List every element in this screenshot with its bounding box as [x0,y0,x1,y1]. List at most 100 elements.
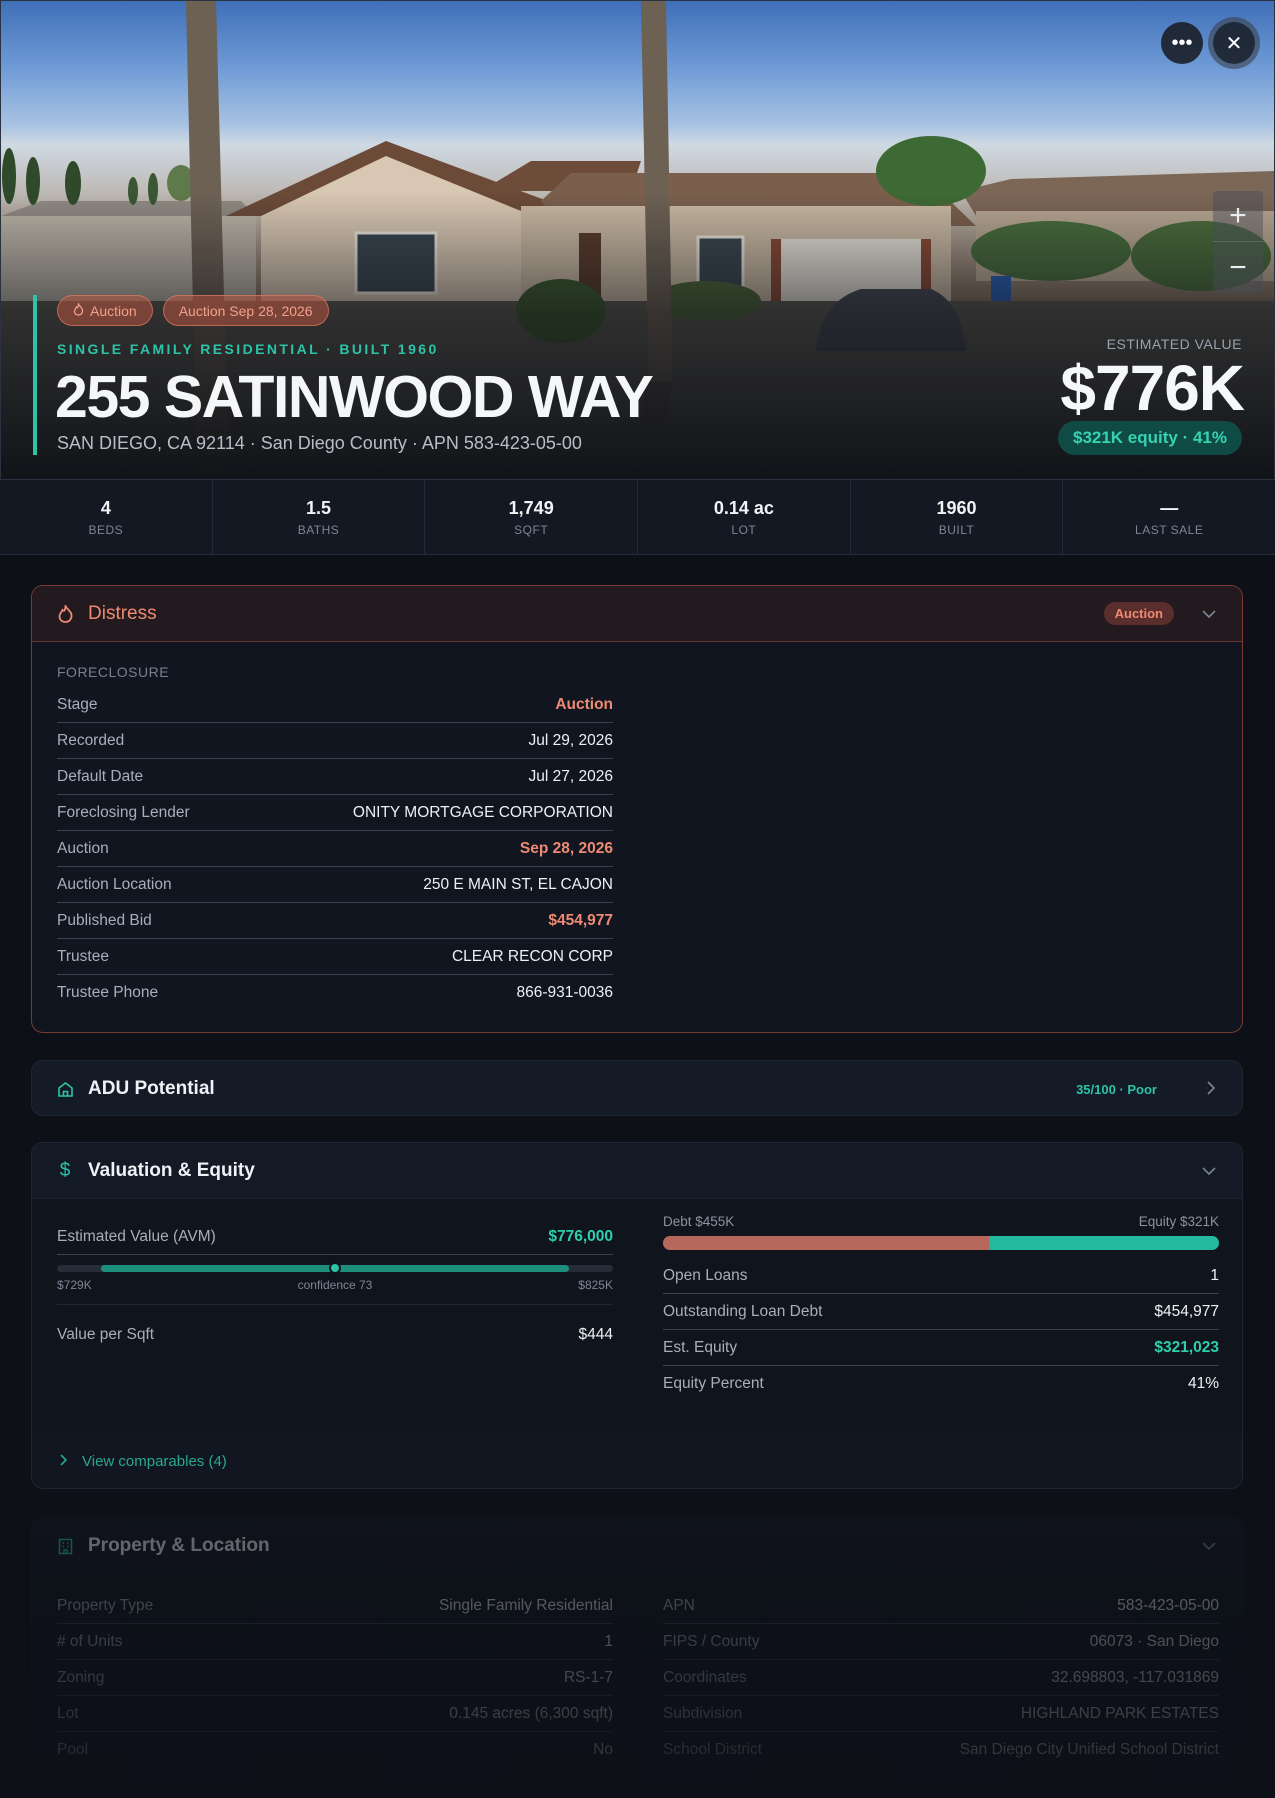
close-icon: ✕ [1225,32,1243,55]
chevron-down-icon[interactable] [1202,1163,1216,1179]
property-address: SAN DIEGO, CA 92114 · San Diego County ·… [57,433,582,453]
hero-photo: ••• ✕ + − Auction Auction Sep 28, 2026 S… [0,0,1275,480]
detail-value: ONITY MORTGAGE CORPORATION [352,803,613,821]
view-comparables-link[interactable]: View comparables (4) [32,1433,1242,1488]
property-panel-header[interactable]: Property & Location [32,1518,1242,1574]
detail-value: Jul 29, 2026 [528,731,613,749]
detail-label: Recorded [57,731,125,749]
status-chips: Auction Auction Sep 28, 2026 [57,295,329,326]
detail-row: School District San Diego City Unified Sc… [663,1732,1219,1768]
detail-row: Pool No [57,1732,613,1768]
detail-label: Stage [57,695,98,713]
zoom-in-button[interactable]: + [1213,191,1263,242]
flame-icon [56,604,74,623]
range-high: $825K [578,1278,613,1292]
detail-value: HIGHLAND PARK ESTATES [1020,1704,1219,1722]
detail-row: Subdivision HIGHLAND PARK ESTATES [663,1696,1219,1732]
detail-label: Pool [57,1741,89,1758]
detail-value: 583-423-05-00 [1117,1596,1219,1614]
detail-label: Coordinates [663,1668,747,1686]
adu-panel[interactable]: ADU Potential 35/100 · Poor [31,1060,1243,1116]
value-per-sqft-row: Value per Sqft $444 [57,1317,613,1353]
stat-beds: 4 BEDS [0,480,213,554]
property-details-left: Property Type Single Family Residential # … [57,1588,613,1768]
stat-last-sale: — LAST SALE [1063,480,1275,554]
stat-built: 1960 BUILT [851,480,1064,554]
detail-label: Outstanding Loan Debt [663,1302,823,1320]
detail-label: Open Loans [663,1266,748,1284]
detail-row: Auction Sep 28, 2026 [57,831,613,867]
range-marker [329,1262,341,1274]
detail-row: # of Units 1 [57,1624,613,1660]
stat-label: LAST SALE [1135,522,1204,537]
detail-label: Foreclosing Lender [57,803,190,821]
detail-label: FIPS / County [663,1632,760,1650]
chevron-down-icon[interactable] [1202,1538,1216,1554]
distress-panel: Distress Auction FORECLOSURE Stage Auctio… [31,585,1243,1033]
detail-row: Coordinates 32.698803, -117.031869 [663,1660,1219,1696]
property-stats-bar: 4 BEDS 1.5 BATHS 1,749 SQFT 0.14 ac LOT … [0,480,1275,555]
estimated-value-label: ESTIMATED VALUE [1106,336,1242,352]
stat-sqft: 1,749 SQFT [425,480,639,554]
detail-row: Default Date Jul 27, 2026 [57,759,613,795]
detail-label: Est. Equity [663,1338,738,1356]
valuation-panel-header[interactable]: $ Valuation & Equity [32,1143,1242,1199]
detail-row: Auction Location 250 E MAIN ST, EL CAJON [57,867,613,903]
distress-panel-header[interactable]: Distress Auction [32,586,1242,642]
more-options-button[interactable]: ••• [1161,22,1203,64]
detail-row: APN 583-423-05-00 [663,1588,1219,1624]
detail-value: 866-931-0036 [516,984,613,1001]
detail-row: Trustee Phone 866-931-0036 [57,975,613,1011]
foreclosure-details: Stage Auction Recorded Jul 29, 2026 Default … [57,687,613,1011]
close-button[interactable]: ✕ [1213,22,1255,64]
detail-value: $454,977 [548,911,613,929]
zoom-out-button[interactable]: − [1213,242,1263,293]
panel-title: Distress [88,602,157,624]
comparables-label: View comparables (4) [82,1452,227,1470]
range-low: $729K [57,1278,92,1292]
chip-label: Auction Sep 28, 2026 [178,302,313,319]
detail-value: 32.698803, -117.031869 [1051,1668,1219,1686]
detail-value: 1 [604,1632,613,1650]
adu-panel-header[interactable]: ADU Potential 35/100 · Poor [32,1061,1242,1115]
stat-baths: 1.5 BATHS [213,480,426,554]
debt-equity-labels: Debt $455K Equity $321K [663,1214,1219,1229]
more-horizontal-icon: ••• [1171,31,1193,54]
adu-score-badge: 35/100 · Poor [1076,1081,1157,1097]
detail-label: Zoning [57,1668,105,1686]
detail-value: RS-1-7 [563,1668,613,1686]
stat-label: LOT [731,522,757,537]
chevron-down-icon[interactable] [1202,606,1216,622]
detail-label: Default Date [57,767,144,785]
detail-row: Trustee CLEAR RECON CORP [57,939,613,975]
detail-value: 06073 · San Diego [1089,1632,1219,1650]
detail-label: Subdivision [663,1704,743,1722]
detail-value: San Diego City Unified School District [959,1741,1219,1758]
debt-equity-bar [663,1236,1219,1250]
stat-label: BATHS [297,522,340,537]
property-title: 255 SATINWOOD WAY [55,364,654,430]
status-badge: Auction [1103,602,1174,625]
stat-label: BUILT [938,522,975,537]
stat-label: BEDS [88,522,124,537]
title-accent-bar [33,295,37,455]
stat-value: 0.14 ac [713,497,774,518]
flame-icon [73,301,84,319]
chevron-right-icon[interactable] [1207,1080,1216,1098]
detail-row: Recorded Jul 29, 2026 [57,723,613,759]
detail-label: APN [663,1596,695,1614]
avm-value: $776,000 [548,1227,613,1245]
detail-value: Sep 28, 2026 [519,839,613,857]
detail-label: # of Units [57,1632,123,1650]
detail-label: Trustee [57,947,109,965]
avm-confidence-range [57,1262,613,1274]
detail-value: Auction [555,695,613,713]
valuation-panel: $ Valuation & Equity Estimated Value (AV… [31,1142,1243,1489]
detail-row: Est. Equity $321,023 [663,1330,1219,1366]
detail-row: Equity Percent 41% [663,1366,1219,1402]
detail-value: 0.145 acres (6,300 sqft) [449,1704,613,1722]
loan-details: Open Loans 1 Outstanding Loan Debt $454,977… [663,1258,1219,1402]
building-icon [56,1537,74,1555]
estimated-value: $776K [1060,352,1245,424]
stat-label: SQFT [514,522,549,537]
